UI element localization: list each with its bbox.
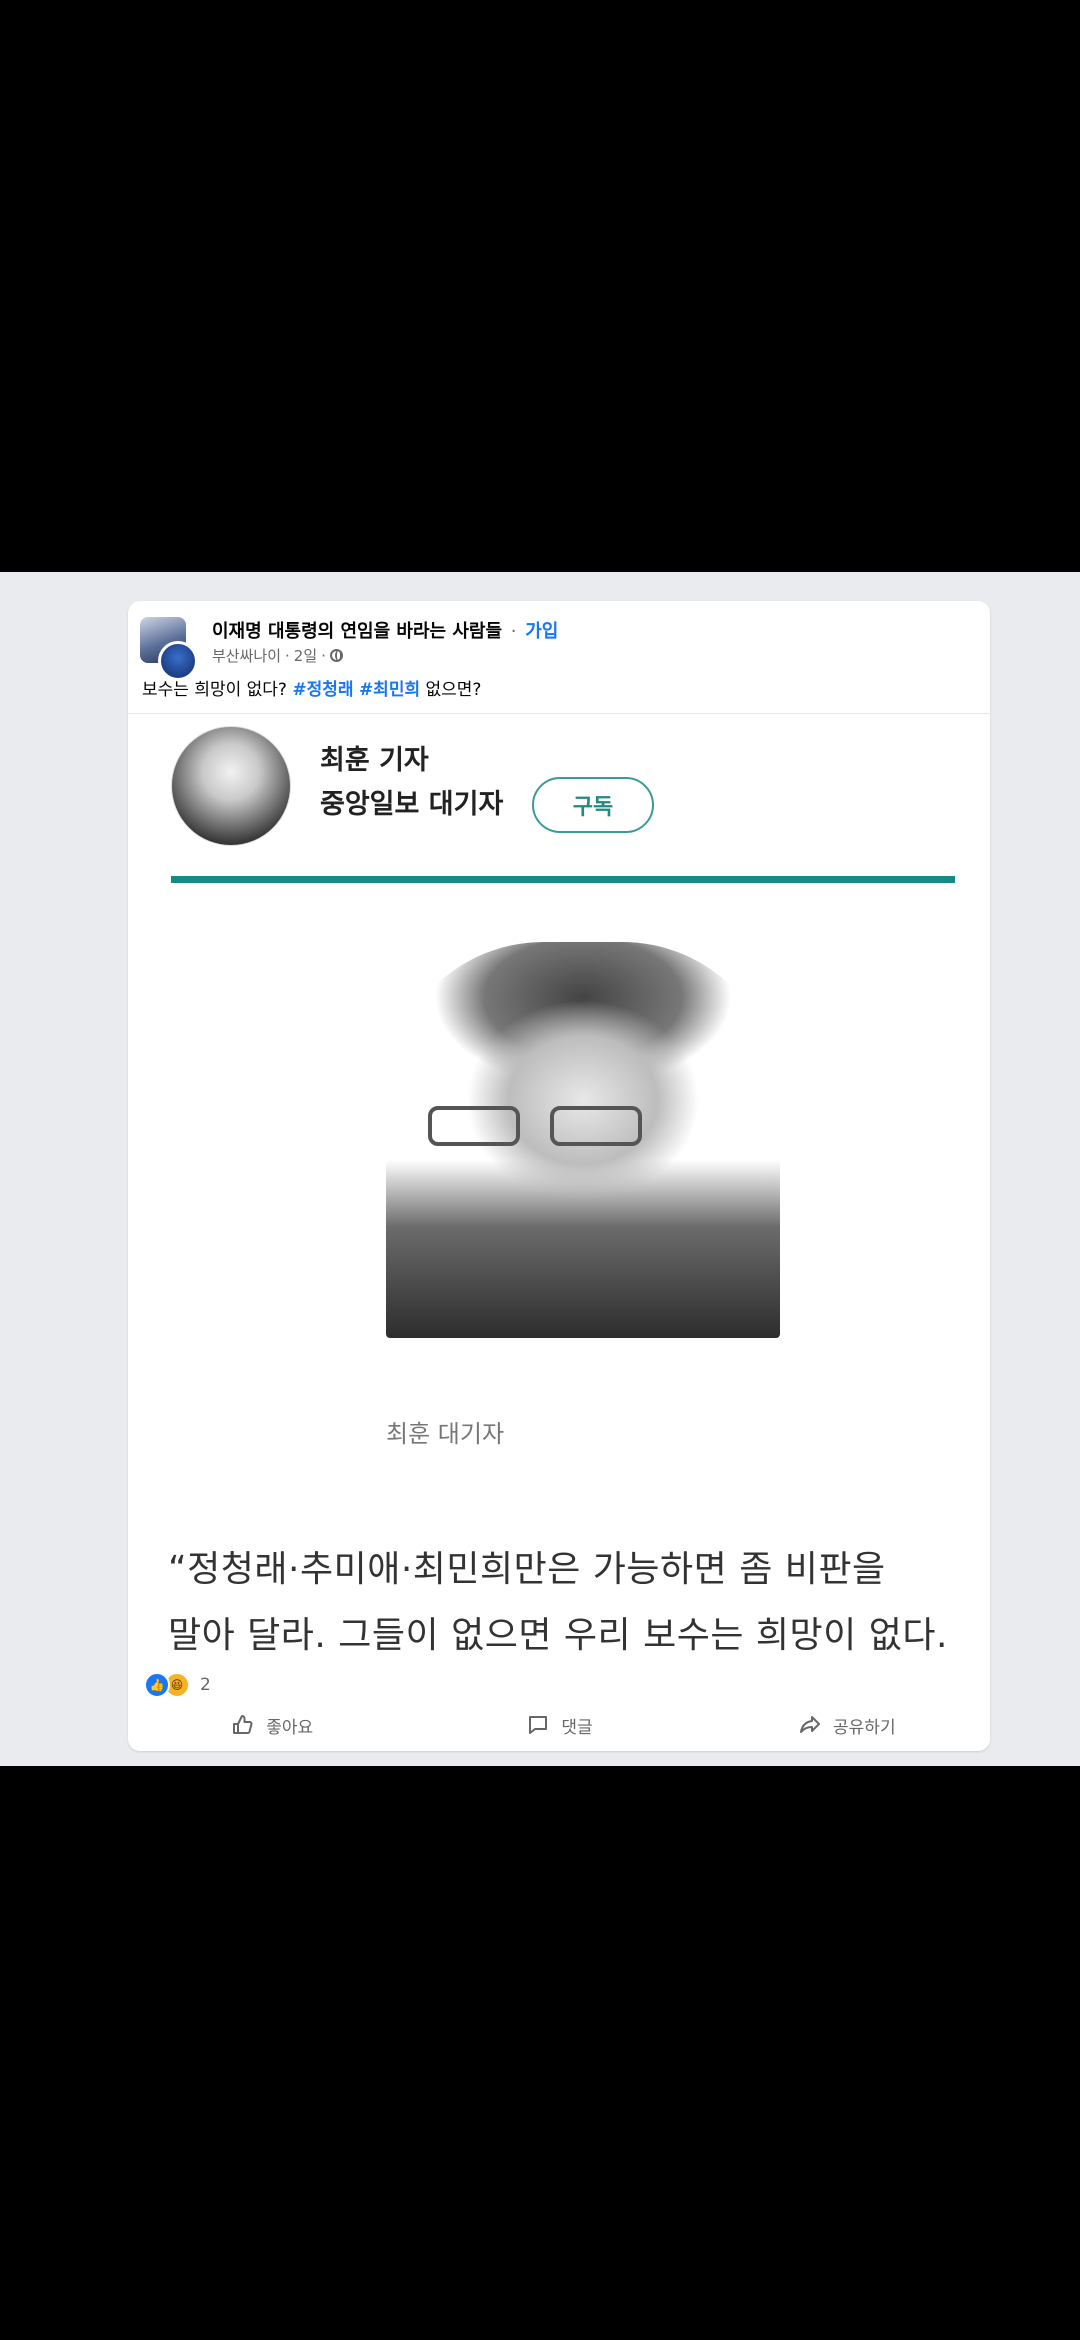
- post-image[interactable]: 최훈 기자 중앙일보 대기자 구독 최훈 대기자 “정청래·추미애·최민희만은 …: [128, 713, 990, 1660]
- author-name-link[interactable]: 부산싸나이: [212, 645, 281, 666]
- meta-separator: ·: [285, 646, 290, 665]
- share-button[interactable]: 공유하기: [703, 1705, 990, 1745]
- image-caption: 최훈 대기자: [386, 1420, 505, 1448]
- post-text: 보수는 희망이 없다? #정청래 #최민희 없으면?: [142, 675, 481, 700]
- post-text-prefix: 보수는 희망이 없다?: [142, 680, 287, 700]
- post-meta: 부산싸나이 · 2일 ·: [212, 645, 347, 666]
- article-author-title: 중앙일보 대기자: [320, 789, 504, 820]
- like-label: 좋아요: [266, 1717, 314, 1738]
- article-author-name: 최훈 기자: [320, 745, 429, 776]
- post-header: 이재명 대통령의 연임을 바라는 사람들 · 가입 부산싸나이 · 2일 ·: [140, 615, 980, 681]
- like-reaction-icon: 👍: [144, 1672, 170, 1698]
- post-text-suffix: 없으면?: [425, 680, 482, 700]
- separator-dot: ·: [510, 621, 517, 642]
- hashtag-link[interactable]: #최민희: [359, 680, 420, 700]
- author-portrait-image: [171, 726, 291, 846]
- share-label: 공유하기: [833, 1717, 896, 1738]
- join-group-button[interactable]: 가입: [525, 621, 558, 642]
- share-icon: [797, 1712, 823, 1738]
- comment-button[interactable]: 댓글: [415, 1705, 702, 1745]
- comment-icon: [525, 1712, 551, 1738]
- glasses-drawing: [428, 1106, 658, 1150]
- avatar[interactable]: [140, 617, 198, 681]
- divider: [171, 876, 955, 883]
- meta-separator-2: ·: [321, 646, 326, 665]
- post-card: 이재명 대통령의 연임을 바라는 사람들 · 가입 부산싸나이 · 2일 · 보…: [128, 601, 990, 1751]
- post-time[interactable]: 2일: [294, 645, 317, 666]
- reactions-summary[interactable]: 👍 😆 2: [144, 1671, 211, 1699]
- group-name-link[interactable]: 이재명 대통령의 연임을 바라는 사람들: [212, 621, 502, 642]
- subscribe-button: 구독: [532, 777, 654, 833]
- globe-icon: [329, 649, 343, 662]
- action-bar: 좋아요 댓글 공유하기: [128, 1705, 990, 1745]
- bottom-black-area: [0, 1766, 1080, 2340]
- comment-label: 댓글: [561, 1717, 593, 1738]
- quote-text: “정청래·추미애·최민희만은 가능하면 좀 비판을: [168, 1549, 886, 1590]
- reaction-count: 2: [200, 1675, 211, 1695]
- thumbs-up-icon: [230, 1712, 256, 1738]
- group-line: 이재명 대통령의 연임을 바라는 사람들 · 가입: [212, 617, 558, 643]
- top-black-area: [0, 0, 1080, 572]
- like-button[interactable]: 좋아요: [128, 1705, 415, 1745]
- hashtag-link[interactable]: #정청래: [292, 680, 353, 700]
- quote-text: 말아 달라. 그들이 없으면 우리 보수는 희망이 없다.: [168, 1615, 948, 1656]
